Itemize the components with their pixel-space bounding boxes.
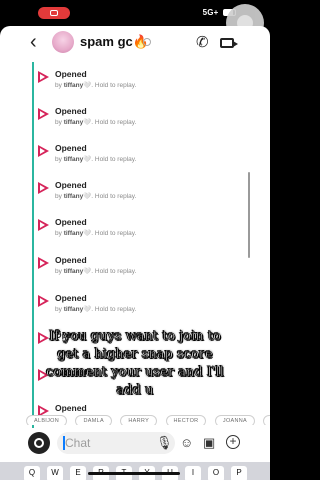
message-status: Opened [55,255,87,265]
chat-header: ‹ spam gc🔥 ✆ [0,26,270,62]
message-meta: by tiffany🤍. Hold to replay. [55,118,136,126]
video-caption: If you guys want to join to get a higher… [0,328,270,400]
message-meta: by tiffany🤍. Hold to replay. [55,229,136,237]
snap-message[interactable]: Opened by tiffany🤍. Hold to replay. [38,177,238,207]
snap-message[interactable]: Opened by tiffany🤍. Hold to replay. [38,214,238,244]
text-cursor [63,436,65,450]
message-meta: by tiffany🤍. Hold to replay. [55,267,136,275]
opened-snap-icon [38,182,50,194]
sender-name: tiffany [63,193,84,200]
mention-chip[interactable]: HARRY [120,415,158,425]
replay-hint: . Hold to replay. [91,268,137,275]
opened-snap-icon [38,219,50,231]
opened-snap-icon [38,108,50,120]
by-label: by [55,268,62,275]
snap-message[interactable]: Opened by tiffany🤍. Hold to replay. [38,103,238,133]
key[interactable]: I [185,466,201,480]
by-label: by [55,82,62,89]
record-icon [50,10,58,16]
replay-hint: . Hold to replay. [91,306,137,313]
sender-name: tiffany [63,230,84,237]
message-status: Opened [55,106,87,116]
sender-name: tiffany [63,268,84,275]
opened-snap-icon [38,145,50,157]
replay-hint: . Hold to replay. [91,119,137,126]
opened-snap-icon [38,71,50,83]
mention-chip[interactable]: JOANNA [214,415,255,425]
sender-name: tiffany [63,306,84,313]
composer: Chat 🎙 ☺ ▣ + [0,428,270,462]
opened-snap-icon [38,257,50,269]
mention-chip[interactable]: HECTOR [165,415,207,425]
replay-hint: . Hold to replay. [91,156,137,163]
sender-name: tiffany [63,119,84,126]
smiley-icon[interactable]: ☺ [180,435,193,451]
message-status: Opened [55,217,87,227]
caption-line: comment your user and I'll [46,365,224,381]
message-status: Opened [55,180,87,190]
mention-chip[interactable]: P [263,415,270,425]
chevron-left-icon[interactable]: ‹ [30,30,37,54]
mention-chip[interactable]: ALBIJON [26,415,68,425]
message-meta: by tiffany🤍. Hold to replay. [55,305,136,313]
plus-icon[interactable]: + [226,435,240,449]
mute-icon [143,38,151,46]
signal-text: 5G+ [202,8,219,17]
group-avatar[interactable] [52,31,74,53]
video-camera-icon[interactable] [220,38,238,48]
caption-line: get a higher snap score [57,347,213,363]
message-meta: by tiffany🤍. Hold to replay. [55,155,136,163]
replay-hint: . Hold to replay. [91,82,137,89]
phone-icon[interactable]: ✆ [196,33,209,51]
snap-message[interactable]: Opened by tiffany🤍. Hold to replay. [38,290,238,320]
key[interactable]: E [70,466,86,480]
by-label: by [55,119,62,126]
key[interactable]: W [47,466,63,480]
sender-name: tiffany [63,156,84,163]
message-status: Opened [55,293,87,303]
sticker-icon[interactable]: ▣ [203,435,215,451]
keyboard: Q W E R T Y U I O P [0,462,270,480]
by-label: by [55,230,62,237]
microphone-icon[interactable]: 🎙 [156,435,173,451]
mention-chip[interactable]: DAMLA [75,415,112,425]
caption-line: If you guys want to join to [49,329,222,345]
snap-message[interactable]: Opened by tiffany🤍. Hold to replay. [38,140,238,170]
snap-message[interactable]: Opened by tiffany🤍. Hold to replay. [38,252,238,282]
message-status: Opened [55,143,87,153]
by-label: by [55,306,62,313]
replay-hint: . Hold to replay. [91,193,137,200]
sender-name: tiffany [63,82,84,89]
chat-title-text: spam gc [80,34,133,49]
scrollbar[interactable] [248,172,250,258]
message-meta: by tiffany🤍. Hold to replay. [55,192,136,200]
chat-placeholder: Chat [65,436,91,450]
snap-message[interactable]: Opened by tiffany🤍. Hold to replay. [38,66,238,96]
key[interactable]: P [231,466,247,480]
by-label: by [55,156,62,163]
by-label: by [55,193,62,200]
camera-icon[interactable] [28,432,50,454]
key[interactable]: O [208,466,224,480]
message-status: Opened [55,69,87,79]
replay-hint: . Hold to replay. [91,230,137,237]
message-meta: by tiffany🤍. Hold to replay. [55,81,136,89]
chat-title[interactable]: spam gc🔥 [80,34,149,50]
opened-snap-icon [38,295,50,307]
mention-suggestions: ALBIJON DAMLA HARRY HECTOR JOANNA P [26,409,270,425]
home-indicator[interactable] [88,472,180,475]
screen-record-indicator [38,7,70,19]
key[interactable]: Q [24,466,40,480]
caption-line: add u [116,383,154,399]
